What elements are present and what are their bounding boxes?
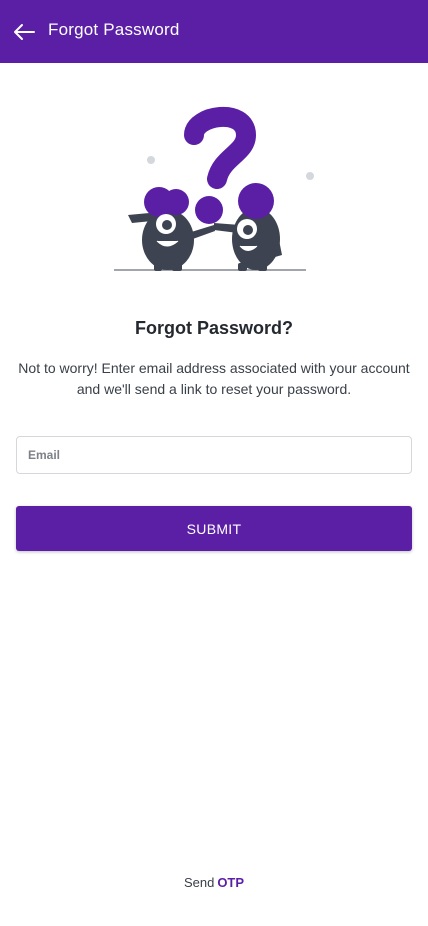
- email-input[interactable]: [17, 437, 411, 473]
- email-field[interactable]: [16, 436, 412, 474]
- back-button[interactable]: [10, 18, 38, 46]
- forgot-password-heading: Forgot Password?: [134, 318, 293, 338]
- app-bar: Forgot Password: [0, 0, 428, 63]
- otp-link[interactable]: OTP: [217, 875, 244, 890]
- send-label: Send: [183, 875, 215, 890]
- send-otp-row: Send OTP: [0, 875, 428, 890]
- question-mark-monsters-illustration: [110, 105, 320, 275]
- page-title: Forgot Password: [48, 20, 180, 39]
- arrow-left-icon: [14, 24, 35, 40]
- instructions-text: Not to worry! Enter email address associ…: [18, 360, 410, 397]
- submit-button[interactable]: SUBMIT: [16, 506, 412, 551]
